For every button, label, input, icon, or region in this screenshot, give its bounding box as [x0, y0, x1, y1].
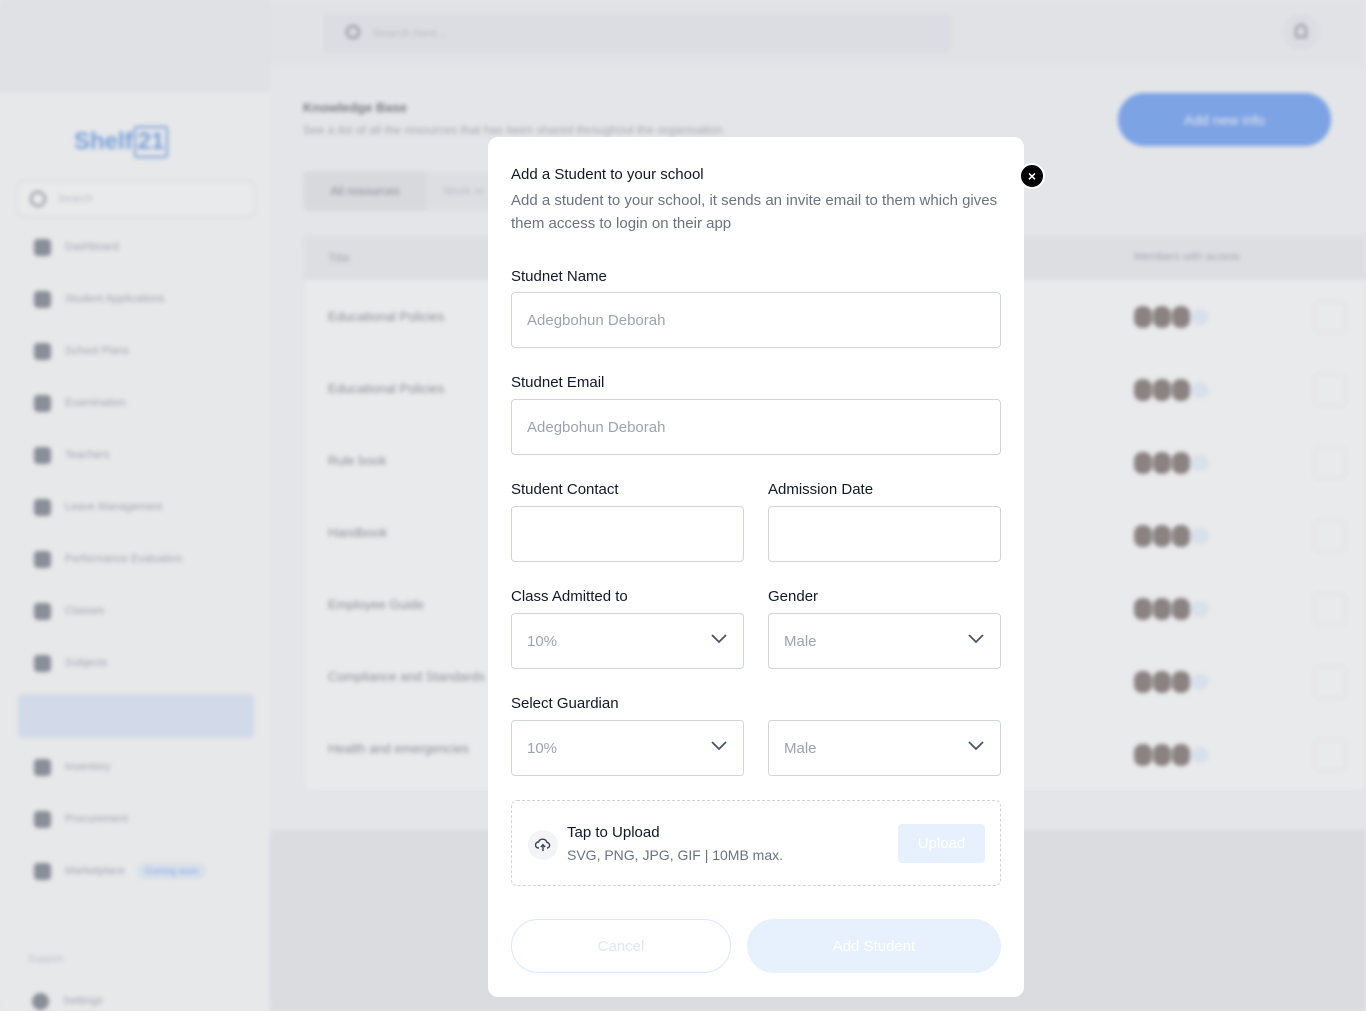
class-admitted-select[interactable]: 10%: [511, 613, 744, 669]
guardian-select[interactable]: 10%: [511, 720, 744, 776]
guardian-label: Select Guardian: [511, 695, 619, 712]
guardian-value: 10%: [527, 740, 558, 757]
upload-button[interactable]: Upload: [898, 824, 985, 863]
modal-title: Add a Student to your school: [511, 166, 704, 183]
class-admitted-value: 10%: [527, 633, 558, 650]
guardian-gender-value: Male: [784, 740, 817, 757]
student-name-value: Adegbohun Deborah: [527, 312, 666, 329]
student-name-field[interactable]: Adegbohun Deborah: [511, 292, 1001, 348]
upload-hint: SVG, PNG, JPG, GIF | 10MB max.: [567, 847, 784, 863]
gender-value: Male: [784, 633, 817, 650]
upload-dropzone[interactable]: Tap to Upload SVG, PNG, JPG, GIF | 10MB …: [511, 800, 1001, 886]
close-icon[interactable]: ×: [1019, 163, 1045, 189]
admission-date-field[interactable]: [768, 506, 1001, 562]
add-student-modal: Add a Student to your school Add a stude…: [488, 137, 1024, 997]
student-contact-field[interactable]: [511, 506, 744, 562]
chevron-down-icon: [711, 634, 727, 644]
chevron-down-icon: [968, 634, 984, 644]
add-student-button[interactable]: Add Student: [747, 919, 1001, 973]
student-email-value: Adegbohun Deborah: [527, 419, 666, 436]
upload-title: Tap to Upload: [567, 824, 660, 841]
upload-cloud-icon: [528, 830, 558, 860]
class-admitted-label: Class Admitted to: [511, 588, 628, 605]
modal-description: Add a student to your school, it sends a…: [511, 192, 998, 232]
student-contact-label: Student Contact: [511, 481, 619, 498]
gender-select[interactable]: Male: [768, 613, 1001, 669]
chevron-down-icon: [711, 741, 727, 751]
student-email-field[interactable]: Adegbohun Deborah: [511, 399, 1001, 455]
guardian-gender-select[interactable]: Male: [768, 720, 1001, 776]
gender-label: Gender: [768, 588, 819, 605]
admission-date-label: Admission Date: [768, 481, 874, 498]
student-email-label: Studnet Email: [511, 374, 605, 391]
chevron-down-icon: [968, 741, 984, 751]
student-name-label: Studnet Name: [511, 268, 607, 285]
cancel-button[interactable]: Cancel: [511, 919, 731, 973]
